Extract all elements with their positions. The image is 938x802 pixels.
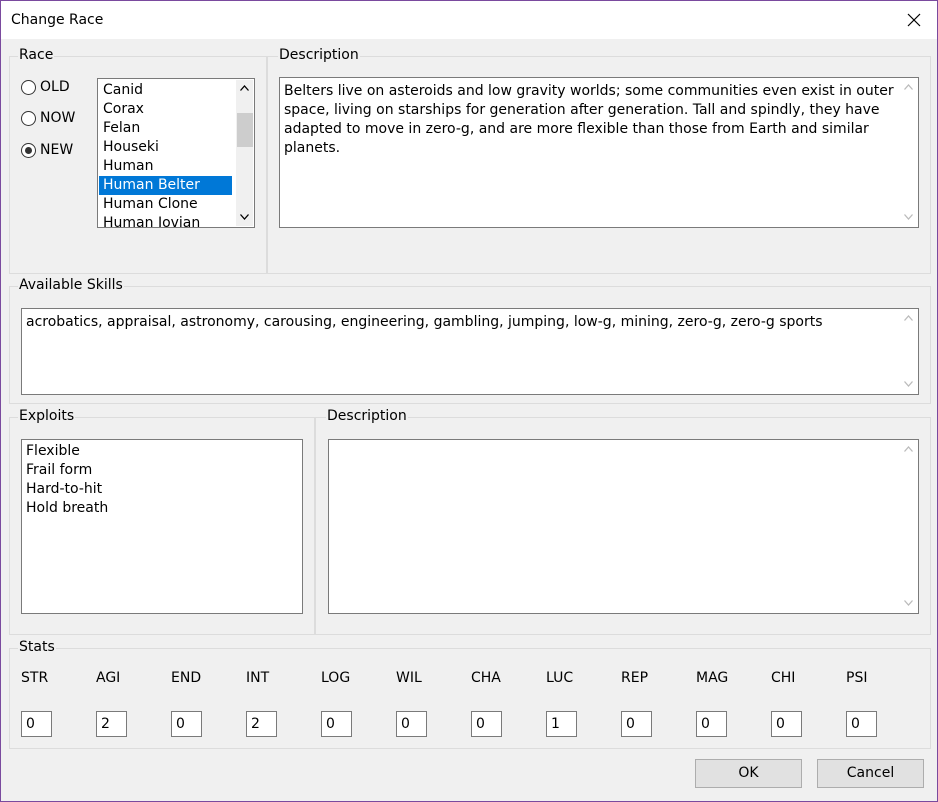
scroll-down-arrow[interactable] bbox=[900, 376, 917, 393]
scroll-thumb[interactable] bbox=[237, 113, 253, 147]
stat-label-agi: AGI bbox=[96, 670, 121, 686]
scroll-up-arrow[interactable] bbox=[236, 80, 253, 97]
exploit-list-item[interactable]: Frail form bbox=[22, 461, 108, 480]
stat-input-agi[interactable]: 2 bbox=[96, 711, 127, 737]
stat-label-chi: CHI bbox=[771, 670, 796, 686]
stat-label-wil: WIL bbox=[396, 670, 422, 686]
exploit-description-content bbox=[329, 440, 918, 448]
race-option-new[interactable]: NEW bbox=[21, 140, 73, 160]
skills-content: acrobatics, appraisal, astronomy, carous… bbox=[26, 314, 823, 330]
race-list-item[interactable]: Corax bbox=[99, 100, 232, 119]
stat-input-str[interactable]: 0 bbox=[21, 711, 52, 737]
stat-label-end: END bbox=[171, 670, 202, 686]
exploit-list-item[interactable]: Hard-to-hit bbox=[22, 480, 108, 499]
exploits-list[interactable]: Flexible Frail form Hard-to-hit Hold bre… bbox=[21, 439, 303, 614]
stat-input-int[interactable]: 2 bbox=[246, 711, 277, 737]
race-description-content: Belters live on asteroids and low gravit… bbox=[284, 83, 894, 156]
stat-input-psi[interactable]: 0 bbox=[846, 711, 877, 737]
close-button[interactable] bbox=[891, 1, 937, 39]
stats-label: Stats bbox=[18, 639, 56, 655]
race-option-now[interactable]: NOW bbox=[21, 108, 75, 128]
stat-label-cha: CHA bbox=[471, 670, 501, 686]
race-list[interactable]: Canid Corax Felan Houseki Human Human Be… bbox=[97, 78, 255, 228]
race-option-label: OLD bbox=[40, 79, 70, 95]
race-list-item[interactable]: Felan bbox=[99, 119, 232, 138]
cancel-button[interactable]: Cancel bbox=[817, 759, 924, 788]
race-list-item-selected[interactable]: Human Belter bbox=[99, 176, 232, 195]
stat-input-rep[interactable]: 0 bbox=[621, 711, 652, 737]
race-list-item[interactable]: Houseki bbox=[99, 138, 232, 157]
stat-label-psi: PSI bbox=[846, 670, 868, 686]
stat-input-wil[interactable]: 0 bbox=[396, 711, 427, 737]
chevron-down-icon bbox=[904, 600, 913, 606]
stat-label-luc: LUC bbox=[546, 670, 574, 686]
stat-label-int: INT bbox=[246, 670, 270, 686]
scroll-up-arrow[interactable] bbox=[900, 441, 917, 458]
chevron-down-icon bbox=[240, 214, 249, 220]
exploit-list-item[interactable]: Hold breath bbox=[22, 499, 108, 518]
scroll-up-arrow[interactable] bbox=[900, 79, 917, 96]
radio-selected-icon bbox=[21, 142, 36, 158]
scroll-down-arrow[interactable] bbox=[236, 209, 253, 226]
race-description-text[interactable]: Belters live on asteroids and low gravit… bbox=[279, 77, 919, 228]
race-list-item[interactable]: Human Clone bbox=[99, 195, 232, 214]
chevron-up-icon bbox=[904, 315, 913, 321]
race-list-scrollbar[interactable] bbox=[236, 80, 253, 226]
stat-label-log: LOG bbox=[321, 670, 351, 686]
race-option-old[interactable]: OLD bbox=[21, 77, 70, 97]
close-icon bbox=[907, 13, 921, 27]
exploit-list-item[interactable]: Flexible bbox=[22, 442, 108, 461]
skills-label: Available Skills bbox=[18, 277, 124, 293]
race-list-item[interactable]: Human bbox=[99, 157, 232, 176]
race-description-scrollbar[interactable] bbox=[900, 79, 917, 226]
race-option-label: NOW bbox=[40, 110, 76, 126]
chevron-up-icon bbox=[904, 446, 913, 452]
race-list-item[interactable]: Canid bbox=[99, 81, 232, 100]
race-description-label: Description bbox=[278, 47, 360, 63]
scroll-down-arrow[interactable] bbox=[900, 595, 917, 612]
exploit-description-scrollbar[interactable] bbox=[900, 441, 917, 612]
scroll-up-arrow[interactable] bbox=[900, 310, 917, 327]
exploit-description-text[interactable] bbox=[328, 439, 919, 614]
stat-input-chi[interactable]: 0 bbox=[771, 711, 802, 737]
radio-icon bbox=[21, 110, 36, 126]
race-option-label: NEW bbox=[40, 142, 74, 158]
exploit-description-label: Description bbox=[326, 408, 408, 424]
scroll-down-arrow[interactable] bbox=[900, 209, 917, 226]
stat-input-end[interactable]: 0 bbox=[171, 711, 202, 737]
title-bar: Change Race bbox=[1, 1, 937, 39]
chevron-down-icon bbox=[904, 214, 913, 220]
stat-label-str: STR bbox=[21, 670, 49, 686]
ok-button[interactable]: OK bbox=[695, 759, 802, 788]
chevron-up-icon bbox=[904, 84, 913, 90]
chevron-down-icon bbox=[904, 381, 913, 387]
chevron-up-icon bbox=[240, 85, 249, 91]
skills-scrollbar[interactable] bbox=[900, 310, 917, 393]
radio-icon bbox=[21, 79, 36, 95]
stat-label-mag: MAG bbox=[696, 670, 729, 686]
change-race-dialog: Change Race Race OLD NOW NEW Canid Corax… bbox=[0, 0, 938, 802]
stat-input-cha[interactable]: 0 bbox=[471, 711, 502, 737]
window-title: Change Race bbox=[11, 12, 104, 28]
stat-label-rep: REP bbox=[621, 670, 649, 686]
skills-text[interactable]: acrobatics, appraisal, astronomy, carous… bbox=[21, 308, 919, 395]
stat-input-luc[interactable]: 1 bbox=[546, 711, 577, 737]
race-list-item[interactable]: Human Jovian bbox=[99, 214, 232, 227]
race-group-label: Race bbox=[18, 47, 55, 63]
stat-input-mag[interactable]: 0 bbox=[696, 711, 727, 737]
exploits-label: Exploits bbox=[18, 408, 76, 424]
stat-input-log[interactable]: 0 bbox=[321, 711, 352, 737]
